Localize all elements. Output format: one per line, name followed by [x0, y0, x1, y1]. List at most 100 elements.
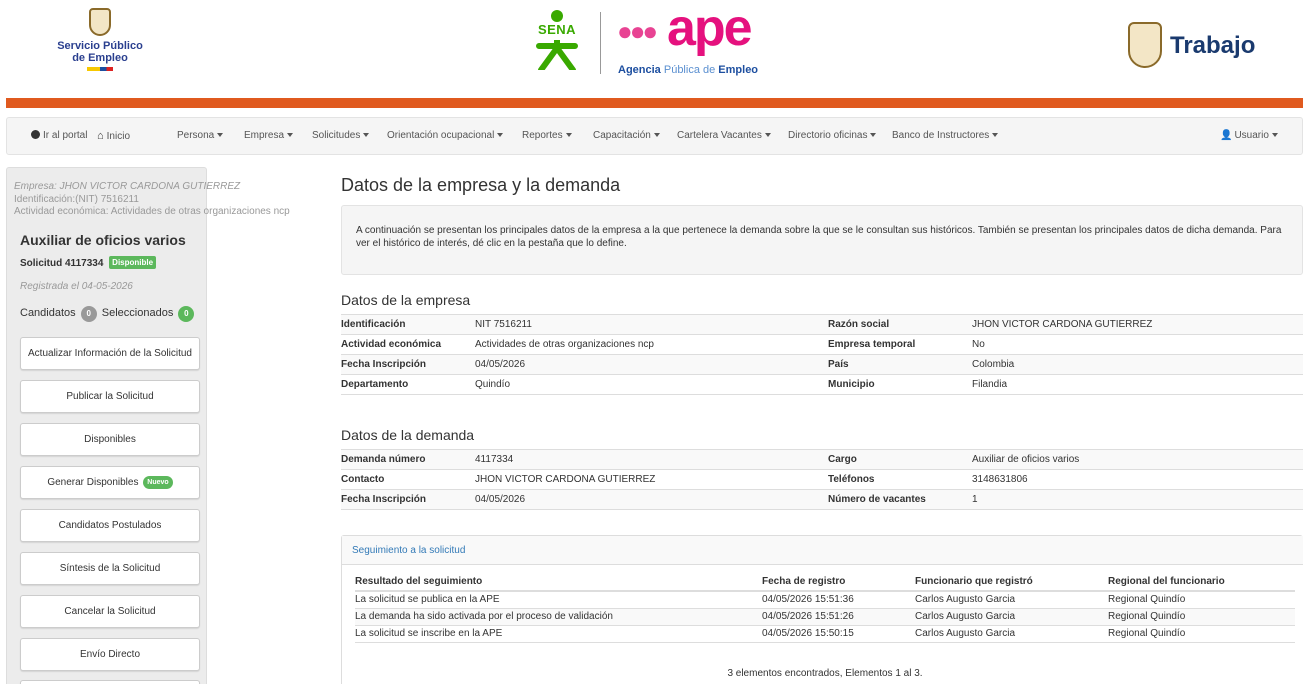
cell-value: Regional Quindío: [1108, 591, 1295, 608]
ape-people-icon: ●●●: [617, 16, 655, 47]
nav-persona[interactable]: Persona: [177, 130, 223, 141]
circle-icon: [31, 130, 40, 139]
seguimiento-panel-header: Seguimiento a la solicitud: [342, 536, 1303, 565]
cell-value: 04/05/2026 15:51:36: [762, 591, 915, 608]
demanda-table: Demanda número 4117334 Cargo Auxiliar de…: [341, 449, 1303, 510]
sidebar-empresa: Empresa: JHON VICTOR CARDONA GUTIERREZ: [14, 181, 240, 192]
nav-label: Ir al portal: [43, 130, 87, 141]
sena-logo[interactable]: SENA: [527, 10, 587, 70]
caret-down-icon: [654, 133, 660, 137]
cell-value: 04/05/2026 15:51:26: [762, 608, 915, 625]
spe-logo-line2: de Empleo: [55, 52, 145, 64]
nav-empresa[interactable]: Empresa: [244, 130, 293, 141]
nav-banco-instructores[interactable]: Banco de Instructores: [892, 130, 998, 141]
table-row: Contacto JHON VICTOR CARDONA GUTIERREZ T…: [341, 470, 1303, 490]
nav-orientacion[interactable]: Orientación ocupacional: [387, 130, 503, 141]
column-header[interactable]: Fecha de registro: [762, 573, 915, 591]
cell-label: Contacto: [341, 470, 475, 490]
nav-cartelera[interactable]: Cartelera Vacantes: [677, 130, 771, 141]
coat-of-arms-icon: [89, 8, 111, 36]
sidebar-actividad: Actividad económica: Actividades de otra…: [14, 206, 290, 217]
actualizar-solicitud-button[interactable]: Actualizar Información de la Solicitud: [20, 337, 200, 370]
cell-label: Municipio: [828, 375, 972, 395]
cell-label: Teléfonos: [828, 470, 972, 490]
sidebar-cargo-title: Auxiliar de oficios varios: [20, 232, 186, 248]
nav-label: Reportes: [522, 130, 563, 141]
cell-label: Número de vacantes: [828, 490, 972, 510]
cell-label: Cargo: [828, 450, 972, 470]
header-accent-bar: [6, 98, 1303, 108]
empresa-table: Identificación NIT 7516211 Razón social …: [341, 314, 1303, 395]
table-row: Identificación NIT 7516211 Razón social …: [341, 315, 1303, 335]
cell-label: Fecha Inscripción: [341, 355, 475, 375]
nav-usuario[interactable]: 👤Usuario: [1220, 130, 1278, 141]
disponibles-button[interactable]: Disponibles: [20, 423, 200, 456]
nav-capacitacion[interactable]: Capacitación: [593, 130, 660, 141]
sena-logo-text: SENA: [527, 22, 587, 37]
nav-label: Usuario: [1234, 130, 1268, 141]
button-label: Cancelar la Solicitud: [64, 606, 155, 617]
cell-label: Empresa temporal: [828, 335, 972, 355]
nav-label: Cartelera Vacantes: [677, 130, 762, 141]
coat-of-arms-icon: [1128, 22, 1162, 68]
nav-label: Solicitudes: [312, 130, 360, 141]
info-text: A continuación se presentan los principa…: [356, 224, 1296, 250]
cell-value: 3148631806: [972, 470, 1303, 490]
nav-inicio[interactable]: ⌂Inicio: [97, 130, 130, 142]
nav-label: Inicio: [107, 131, 130, 142]
ape-logo[interactable]: ●●● ape Agencia Pública de Empleo: [615, 4, 785, 84]
seleccionados-label: Seleccionados: [102, 307, 174, 319]
status-badge: Disponible: [109, 256, 156, 269]
table-row: Actividad económica Actividades de otras…: [341, 335, 1303, 355]
envio-directo-button[interactable]: Envío Directo: [20, 638, 200, 671]
nav-label: Persona: [177, 130, 214, 141]
sintesis-solicitud-button[interactable]: Síntesis de la Solicitud: [20, 552, 200, 585]
seguimiento-tab-link[interactable]: Seguimiento a la solicitud: [352, 545, 465, 556]
column-header[interactable]: Resultado del seguimiento: [355, 573, 762, 591]
trabajo-logo[interactable]: Trabajo: [1128, 22, 1258, 72]
home-icon: ⌂: [97, 130, 104, 142]
cell-value: 04/05/2026: [475, 490, 828, 510]
cell-value: 4117334: [475, 450, 828, 470]
nav-solicitudes[interactable]: Solicitudes: [312, 130, 369, 141]
nav-label: Directorio oficinas: [788, 130, 867, 141]
caret-down-icon: [217, 133, 223, 137]
nav-reportes[interactable]: Reportes: [522, 130, 572, 141]
spe-logo[interactable]: Servicio Público de Empleo: [55, 8, 145, 71]
sidebar-counts: Candidatos 0 Seleccionados 0: [20, 306, 196, 322]
cell-value: NIT 7516211: [475, 315, 828, 335]
caret-down-icon: [287, 133, 293, 137]
sena-head-icon: [551, 10, 563, 22]
cell-value: Auxiliar de oficios varios: [972, 450, 1303, 470]
cell-value: Carlos Augusto Garcia: [915, 625, 1108, 642]
generar-disponibles-button[interactable]: Generar Disponibles Nuevo: [20, 466, 200, 499]
nav-ir-al-portal[interactable]: Ir al portal: [31, 130, 87, 141]
cancelar-solicitud-button[interactable]: Cancelar la Solicitud: [20, 595, 200, 628]
info-box: A continuación se presentan los principa…: [341, 205, 1303, 275]
caret-down-icon: [497, 133, 503, 137]
button-label: Candidatos Postulados: [59, 520, 162, 531]
cell-value: La demanda ha sido activada por el proce…: [355, 608, 762, 625]
cell-label: Actividad económica: [341, 335, 475, 355]
candidatos-label: Candidatos: [20, 307, 76, 319]
pagination-summary: 3 elementos encontrados, Elementos 1 al …: [355, 668, 1295, 679]
demanda-section-title: Datos de la demanda: [341, 427, 474, 443]
sidebar-registrada: Registrada el 04-05-2026: [20, 281, 133, 292]
button-label: Disponibles: [84, 434, 136, 445]
table-row: La solicitud se inscribe en la APE 04/05…: [355, 625, 1295, 642]
empresa-section-title: Datos de la empresa: [341, 292, 470, 308]
column-header[interactable]: Regional del funcionario: [1108, 573, 1295, 591]
cell-label: Identificación: [341, 315, 475, 335]
sidebar-next-button[interactable]: [20, 680, 200, 684]
cell-label: Fecha Inscripción: [341, 490, 475, 510]
candidatos-postulados-button[interactable]: Candidatos Postulados: [20, 509, 200, 542]
seleccionados-count-badge: 0: [178, 306, 194, 322]
publicar-solicitud-button[interactable]: Publicar la Solicitud: [20, 380, 200, 413]
ape-logo-text: ape: [667, 2, 751, 54]
cell-label: Razón social: [828, 315, 972, 335]
cell-value: JHON VICTOR CARDONA GUTIERREZ: [475, 470, 828, 490]
column-header[interactable]: Funcionario que registró: [915, 573, 1108, 591]
caret-down-icon: [765, 133, 771, 137]
nav-directorio[interactable]: Directorio oficinas: [788, 130, 876, 141]
trabajo-logo-text: Trabajo: [1170, 32, 1255, 60]
